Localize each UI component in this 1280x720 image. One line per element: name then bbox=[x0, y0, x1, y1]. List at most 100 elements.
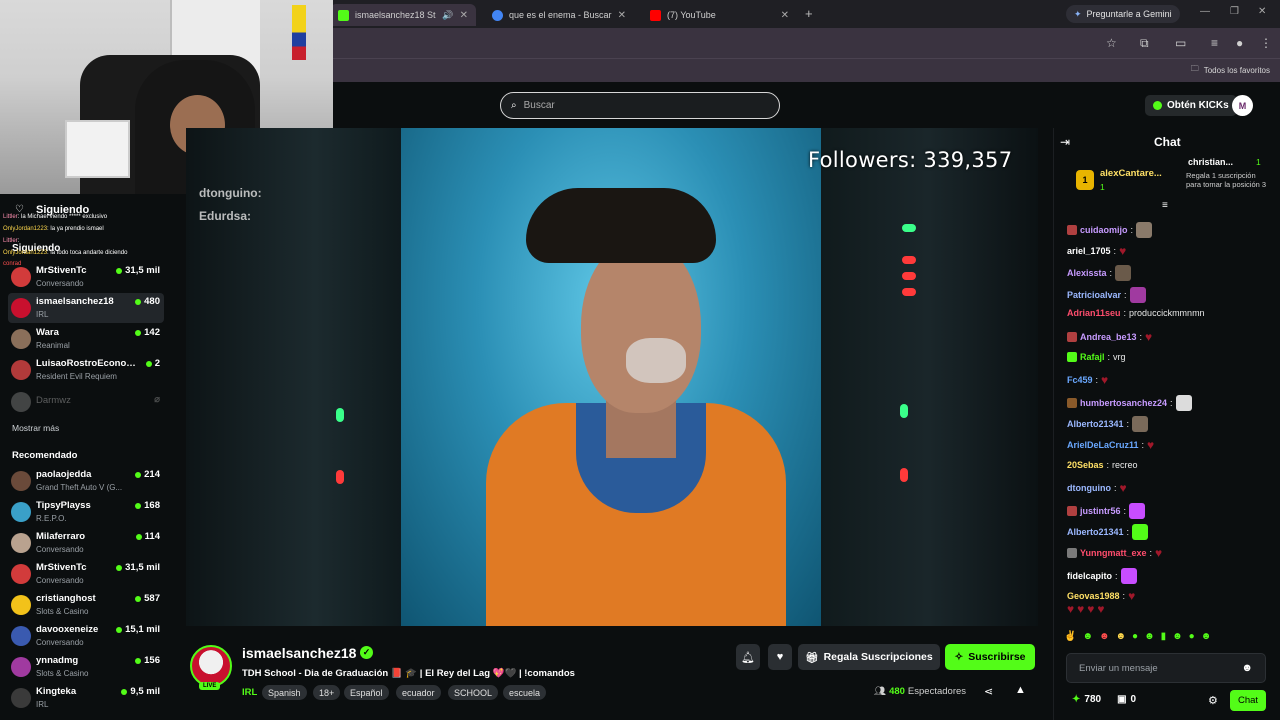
sidebar-item-mrstiventc[interactable]: MrStivenTc Conversando 31,5 mil bbox=[8, 262, 164, 292]
minimize-icon[interactable]: — bbox=[1200, 6, 1210, 17]
search-input[interactable]: ⌕ Buscar bbox=[500, 92, 780, 119]
report-icon[interactable]: ▲ bbox=[1015, 684, 1026, 696]
gemini-button[interactable]: ✦ Preguntarle a Gemini bbox=[1066, 5, 1180, 23]
bookmark-star-icon[interactable]: ☆ bbox=[1106, 36, 1117, 50]
maximize-icon[interactable]: ❐ bbox=[1230, 6, 1239, 17]
tag[interactable]: SCHOOL bbox=[448, 685, 499, 700]
sidebar-item-wara[interactable]: Wara Reanimal 142 bbox=[8, 324, 164, 354]
get-kicks-button[interactable]: Obtén KICKs bbox=[1145, 95, 1237, 116]
chat-username[interactable]: Yunngmatt_exe bbox=[1080, 548, 1147, 558]
emote-icon[interactable]: ☻ bbox=[1099, 631, 1110, 642]
chat-username[interactable]: Alberto21341 bbox=[1067, 527, 1124, 537]
tag[interactable]: 18+ bbox=[313, 685, 341, 700]
chat-username[interactable]: Fc459 bbox=[1067, 375, 1093, 385]
streamer-avatar[interactable] bbox=[190, 645, 232, 687]
chat-username[interactable]: humbertosanchez24 bbox=[1080, 398, 1167, 408]
avatar bbox=[11, 595, 31, 615]
gifter-user[interactable]: christian... bbox=[1188, 157, 1233, 167]
emote-icon[interactable]: ▮ bbox=[1161, 631, 1167, 642]
heart-emote-icon: ♥ bbox=[1128, 589, 1136, 604]
channel-category: IRL bbox=[36, 310, 49, 319]
chat-colon: : bbox=[1124, 289, 1127, 300]
emote-icon[interactable]: ☻ bbox=[1144, 631, 1155, 642]
emote-icon[interactable]: ☻ bbox=[1172, 631, 1183, 642]
emote-icon[interactable]: ☻ bbox=[1201, 631, 1212, 642]
sidebar-item-luisao[interactable]: LuisaoRostroEconom... Resident Evil Requ… bbox=[8, 355, 164, 385]
sidebar-item-mrstiventc-rec[interactable]: MrStivenTc Conversando 31,5 mil bbox=[8, 559, 164, 589]
chat-username[interactable]: ArielDeLaCruz11 bbox=[1067, 440, 1139, 450]
sidebar-item-cristianghost[interactable]: cristianghost Slots & Casino 587 bbox=[8, 590, 164, 620]
tag[interactable]: ecuador bbox=[396, 685, 441, 700]
channel-category: Conversando bbox=[36, 638, 84, 647]
emoji-picker-icon[interactable]: ☻ bbox=[1241, 662, 1253, 674]
tag[interactable]: Español bbox=[344, 685, 389, 700]
close-tab-icon[interactable]: ✕ bbox=[781, 10, 789, 21]
overlay-chat-name: dtonguino: bbox=[199, 186, 262, 200]
tab-kick-stream[interactable]: ismaelsanchez18 Stream - V 🔊 ✕ bbox=[330, 4, 476, 26]
chat-username[interactable]: Adrian11seu bbox=[1067, 308, 1121, 318]
close-tab-icon[interactable]: ✕ bbox=[618, 10, 626, 21]
chat-username[interactable]: cuidaomijo bbox=[1080, 225, 1128, 235]
chat-username[interactable]: Alberto21341 bbox=[1067, 419, 1124, 429]
follow-heart-button[interactable]: ♥ bbox=[768, 644, 792, 670]
sidebar-item-tipsyplayss[interactable]: TipsyPlayss R.E.P.O. 168 bbox=[8, 497, 164, 527]
chat-settings-icon[interactable]: ⚙ bbox=[1208, 694, 1218, 707]
chat-username[interactable]: dtonguino bbox=[1067, 483, 1111, 493]
sidebar-item-kingteka[interactable]: Kingteka IRL 9,5 mil bbox=[8, 683, 164, 713]
chat-colon: : bbox=[1126, 419, 1130, 430]
sidebar-item-davooxeneize[interactable]: davooxeneize Conversando 15,1 mil bbox=[8, 621, 164, 651]
kicks-balance[interactable]: ✦ 780 ▣ 0 bbox=[1072, 694, 1136, 705]
expand-icon[interactable]: ≡ bbox=[1162, 200, 1168, 211]
emote-icon[interactable]: ✌ bbox=[1064, 631, 1076, 642]
audio-icon[interactable]: 🔊 bbox=[442, 10, 453, 21]
sidebar-item-ynnadmg[interactable]: ynnadmg Slots & Casino 156 bbox=[8, 652, 164, 682]
tag[interactable]: Spanish bbox=[262, 685, 307, 700]
kicks-icon: ✦ bbox=[1072, 694, 1081, 705]
cast-icon[interactable]: ▭ bbox=[1175, 36, 1186, 50]
user-avatar[interactable]: M bbox=[1232, 95, 1253, 116]
streamer-name[interactable]: ismaelsanchez18 bbox=[242, 645, 356, 661]
chat-username[interactable]: Alexissta bbox=[1067, 268, 1107, 278]
emote-icon[interactable]: ● bbox=[1132, 631, 1138, 642]
close-window-icon[interactable]: ✕ bbox=[1258, 6, 1266, 17]
profile-icon[interactable]: ● bbox=[1236, 36, 1243, 50]
leader-user[interactable]: alexCantare... bbox=[1100, 168, 1162, 179]
chat-message-input[interactable]: Enviar un mensaje ☻ bbox=[1066, 653, 1266, 683]
sidebar-item-milaferraro[interactable]: Milaferraro Conversando 114 bbox=[8, 528, 164, 558]
chat-username[interactable]: Rafajl bbox=[1080, 352, 1105, 362]
chat-send-button[interactable]: Chat bbox=[1230, 690, 1266, 711]
sidebar-item-ismaelsanchez18[interactable]: ismaelsanchez18 IRL 480 bbox=[8, 293, 164, 323]
emote-icon[interactable]: ☻ bbox=[1082, 631, 1093, 642]
extensions-icon[interactable]: ⧉ bbox=[1140, 36, 1149, 51]
channel-category: Reanimal bbox=[36, 341, 70, 350]
video-player[interactable]: dtonguino: Edurdsa: Followers: 339,357 bbox=[186, 128, 1038, 626]
menu-dots-icon[interactable]: ⋮ bbox=[1260, 36, 1272, 50]
show-more-link[interactable]: Mostrar más bbox=[12, 423, 59, 433]
chat-username[interactable]: Andrea_be13 bbox=[1080, 332, 1137, 342]
new-tab-button[interactable]: + bbox=[805, 6, 813, 21]
chat-message: fidelcapito: bbox=[1067, 567, 1137, 584]
stream-category[interactable]: IRL bbox=[242, 687, 257, 698]
collapse-chat-icon[interactable]: ⇥ bbox=[1060, 135, 1070, 149]
all-bookmarks-button[interactable]: 🗀 Todos los favoritos bbox=[1191, 63, 1270, 77]
tab-google-search[interactable]: que es el enema - Buscar con G ✕ bbox=[484, 4, 634, 26]
sidebar-item-darmwz[interactable]: Darmwz ⌀ bbox=[8, 387, 164, 417]
chat-username[interactable]: justintr56 bbox=[1080, 506, 1121, 516]
subscribe-button[interactable]: ✧ Suscribirse bbox=[945, 644, 1035, 670]
reading-list-icon[interactable]: ≡ bbox=[1211, 36, 1218, 50]
chat-username[interactable]: Geovas1988 bbox=[1067, 591, 1120, 601]
chat-username[interactable]: Patricioalvar bbox=[1067, 290, 1121, 300]
emote-icon[interactable]: ☻ bbox=[1116, 631, 1127, 642]
chat-username[interactable]: 20Sebas bbox=[1067, 460, 1104, 470]
chat-username[interactable]: fidelcapito bbox=[1067, 571, 1112, 581]
channel-name: TipsyPlayss bbox=[36, 500, 91, 511]
sidebar-item-paolaojedda[interactable]: paolaojedda Grand Theft Auto V (G... 214 bbox=[8, 466, 164, 496]
notification-bell-button[interactable]: 🔔︎ bbox=[736, 644, 760, 670]
tab-youtube[interactable]: (7) YouTube ✕ bbox=[642, 4, 797, 26]
gift-subs-button[interactable]: 🎁︎ Regala Suscripciones bbox=[798, 644, 940, 670]
tag[interactable]: escuela bbox=[503, 685, 547, 700]
close-tab-icon[interactable]: ✕ bbox=[460, 10, 468, 21]
share-icon[interactable]: ⋖ bbox=[984, 685, 993, 698]
emote-icon[interactable]: ● bbox=[1189, 631, 1195, 642]
chat-username[interactable]: ariel_1705 bbox=[1067, 246, 1111, 256]
